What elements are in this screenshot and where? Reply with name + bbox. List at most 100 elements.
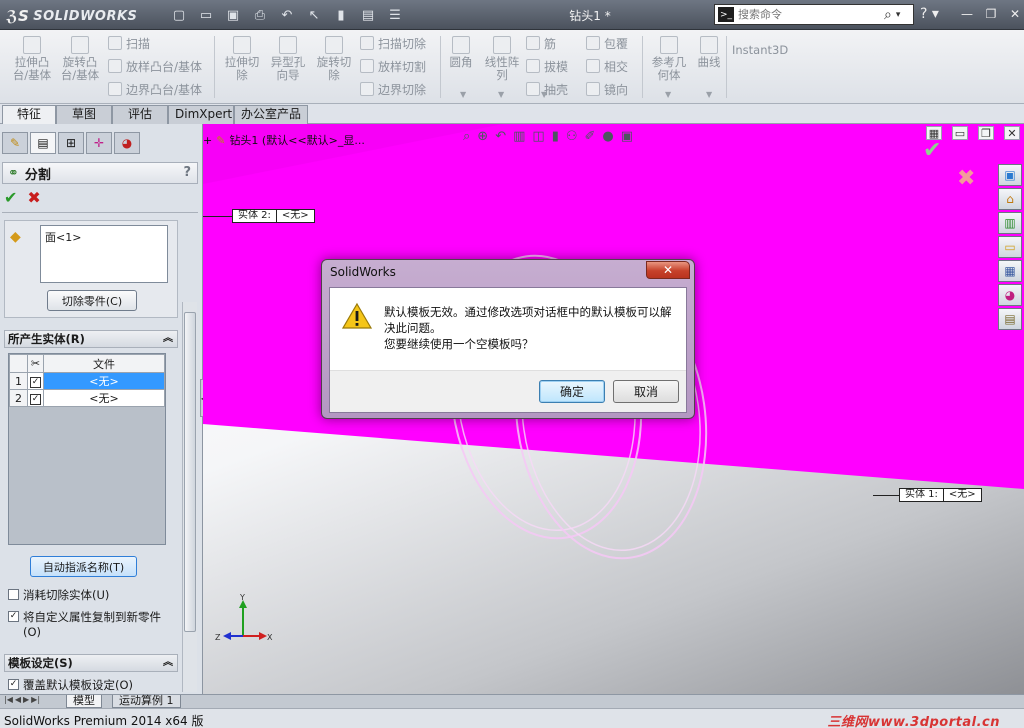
- select-arrow-icon[interactable]: ↖: [305, 6, 323, 24]
- property-manager-icon[interactable]: ▤: [30, 132, 56, 154]
- flyout-feature-tree[interactable]: + ✎ 钻头1 (默认<<默认>_显...: [203, 132, 365, 148]
- first-tab-icon[interactable]: |◀: [4, 695, 13, 704]
- override-template-option[interactable]: ✓ 覆盖默认模板设定(O): [8, 677, 133, 693]
- minimize-icon[interactable]: —: [958, 5, 976, 22]
- chevron-down-icon[interactable]: ▼: [498, 90, 504, 99]
- section-view-icon[interactable]: ▥: [513, 129, 525, 144]
- search-input[interactable]: [738, 8, 878, 21]
- close-icon[interactable]: ✕: [1006, 5, 1024, 22]
- help-icon[interactable]: ?: [183, 165, 191, 180]
- view-orientation-icon[interactable]: ◫: [532, 129, 544, 144]
- override-template-checkbox[interactable]: ✓: [8, 679, 19, 690]
- edit-appearance-icon[interactable]: ✐: [585, 129, 596, 144]
- chevron-down-icon[interactable]: ▼: [706, 90, 712, 99]
- boundary-cut-button[interactable]: 边界切除: [360, 80, 426, 98]
- wrap-button[interactable]: 包覆: [586, 34, 628, 52]
- resulting-bodies-header[interactable]: 所产生实体(R) ︽: [4, 330, 178, 348]
- file-properties-icon[interactable]: ▤: [359, 6, 377, 24]
- intersect-button[interactable]: 相交: [586, 57, 628, 75]
- copy-custom-props-checkbox[interactable]: ✓: [8, 611, 19, 622]
- consume-cut-bodies-option[interactable]: 消耗切除实体(U): [8, 587, 109, 603]
- hole-wizard-button[interactable]: 异型孔 向导: [266, 36, 310, 82]
- rib-button[interactable]: 筋: [526, 34, 556, 52]
- body-checkbox[interactable]: ✓: [30, 377, 41, 388]
- list-item[interactable]: 面<1>: [45, 231, 81, 244]
- close-icon[interactable]: ✕: [646, 261, 690, 279]
- trim-tools-list[interactable]: 面<1>: [40, 225, 168, 283]
- display-manager-icon[interactable]: ◕: [114, 132, 140, 154]
- body-file-cell[interactable]: <无>: [43, 389, 165, 407]
- open-folder-icon[interactable]: ▭: [197, 6, 215, 24]
- print-icon[interactable]: ⎙: [251, 6, 269, 24]
- chevron-down-icon[interactable]: ▾: [896, 10, 901, 20]
- options-icon[interactable]: ☰: [386, 6, 404, 24]
- curves-button[interactable]: 曲线: [692, 36, 726, 69]
- extrude-boss-button[interactable]: 拉伸凸 台/基体: [10, 36, 54, 82]
- home-icon[interactable]: ⌂: [998, 188, 1022, 210]
- command-search[interactable]: >_ ⌕ ▾: [714, 4, 914, 25]
- viewport-tile-icon[interactable]: ▭: [952, 126, 968, 140]
- copy-custom-props-option[interactable]: ✓ 将自定义属性复制到新零件(O): [8, 609, 176, 639]
- solidworks-logo[interactable]: ℨS SOLIDWORKS: [6, 5, 148, 27]
- restore-icon[interactable]: ❐: [982, 5, 1000, 22]
- solidworks-resources-icon[interactable]: ▣: [998, 164, 1022, 186]
- view-settings-icon[interactable]: ▣: [621, 129, 633, 144]
- consume-cut-bodies-checkbox[interactable]: [8, 589, 19, 600]
- expand-plus-icon[interactable]: +: [203, 134, 212, 147]
- extrude-cut-button[interactable]: 拉伸切 除: [220, 36, 264, 82]
- last-tab-icon[interactable]: ▶|: [31, 695, 40, 704]
- new-document-icon[interactable]: ▢: [170, 6, 188, 24]
- appearances-icon[interactable]: ◕: [998, 284, 1022, 306]
- configuration-manager-icon[interactable]: ⊞: [58, 132, 84, 154]
- chevron-down-icon[interactable]: ▼: [541, 90, 547, 99]
- hide-show-icon[interactable]: ⚇: [566, 129, 578, 144]
- reference-geometry-button[interactable]: 参考几 何体: [646, 36, 692, 82]
- custom-properties-icon[interactable]: ▤: [998, 308, 1022, 330]
- body-callout[interactable]: 实体 1: <无>: [899, 488, 982, 502]
- confirmation-cancel-icon[interactable]: ✖: [957, 166, 975, 191]
- tab-features[interactable]: 特征: [2, 105, 56, 124]
- revolve-boss-button[interactable]: 旋转凸 台/基体: [58, 36, 102, 82]
- auto-assign-names-button[interactable]: 自动指派名称(T): [30, 556, 137, 577]
- confirmation-ok-icon[interactable]: ✔: [923, 138, 941, 163]
- viewport-restore-icon[interactable]: ❐: [978, 126, 994, 140]
- table-row[interactable]: 1 ✓ <无>: [9, 372, 165, 390]
- chevron-down-icon[interactable]: ▼: [665, 90, 671, 99]
- mirror-button[interactable]: 镜向: [586, 80, 628, 98]
- tab-model[interactable]: 模型: [66, 695, 102, 708]
- body-file-cell[interactable]: <无>: [43, 372, 165, 390]
- tab-motion-study-1[interactable]: 运动算例 1: [112, 695, 181, 708]
- draft-button[interactable]: 拔模: [526, 57, 568, 75]
- search-icon[interactable]: ⌕: [884, 7, 892, 23]
- next-tab-icon[interactable]: ▶: [23, 695, 29, 704]
- panel-scrollbar[interactable]: [182, 302, 197, 692]
- display-style-icon[interactable]: ▮: [552, 129, 559, 144]
- ok-check-icon[interactable]: ✔: [4, 188, 17, 207]
- sweep-button[interactable]: 扫描: [108, 34, 150, 52]
- loft-boss-button[interactable]: 放样凸台/基体: [108, 57, 202, 75]
- previous-view-icon[interactable]: ↶: [495, 129, 506, 144]
- tab-office-products[interactable]: 办公室产品: [234, 105, 308, 124]
- file-explorer-icon[interactable]: ▭: [998, 236, 1022, 258]
- ok-button[interactable]: 确定: [539, 380, 605, 403]
- prev-tab-icon[interactable]: ◀: [15, 695, 21, 704]
- feature-manager-icon[interactable]: ✎: [2, 132, 28, 154]
- scrollbar-thumb[interactable]: [184, 312, 196, 632]
- collapse-chevron-icon[interactable]: ︽: [163, 331, 173, 347]
- sweep-cut-button[interactable]: 扫描切除: [360, 34, 426, 52]
- apply-scene-icon[interactable]: ●: [602, 129, 613, 144]
- view-palette-icon[interactable]: ▦: [998, 260, 1022, 282]
- rebuild-icon[interactable]: ▮: [332, 6, 350, 24]
- undo-icon[interactable]: ↶: [278, 6, 296, 24]
- table-row[interactable]: 2 ✓ <无>: [9, 389, 165, 407]
- cancel-x-icon[interactable]: ✖: [27, 188, 40, 207]
- fillet-button[interactable]: 圆角: [444, 36, 478, 69]
- template-settings-header[interactable]: 模板设定(S) ︽: [4, 654, 178, 672]
- body-checkbox[interactable]: ✓: [30, 394, 41, 405]
- save-icon[interactable]: ▣: [224, 6, 242, 24]
- viewport-close-icon[interactable]: ✕: [1004, 126, 1020, 140]
- revolve-cut-button[interactable]: 旋转切 除: [312, 36, 356, 82]
- help-button[interactable]: ? ▾: [920, 6, 939, 22]
- dimxpert-manager-icon[interactable]: ✛: [86, 132, 112, 154]
- linear-pattern-button[interactable]: 线性阵 列: [480, 36, 524, 82]
